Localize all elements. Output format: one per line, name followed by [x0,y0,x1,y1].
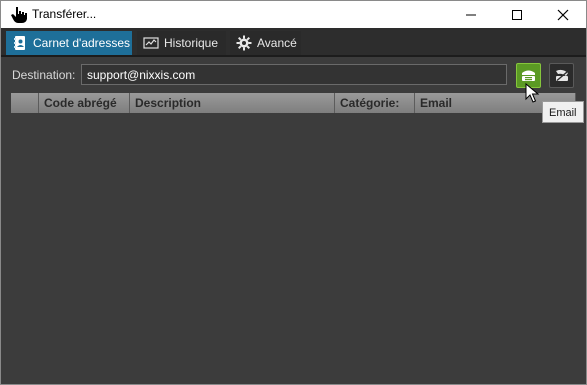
tab-bar: Carnet d'adresses Historique Avancé [1,28,586,57]
email-icon [522,70,535,81]
address-book-icon [12,35,28,51]
maximize-button[interactable] [494,1,540,28]
address-grid: Code abrégé Description Catégorie: Email [11,93,576,113]
tab-advanced[interactable]: Avancé [230,31,301,55]
email-tooltip: Email [542,101,584,123]
history-chart-icon [143,35,159,51]
column-header-short-code[interactable]: Code abrégé [39,93,130,113]
window-title: Transférer... [32,7,97,21]
destination-label: Destination: [12,68,76,82]
phone-button[interactable] [549,63,574,88]
maximize-icon [512,9,522,20]
minimize-icon [466,14,476,15]
phone-icon [556,69,568,82]
hand-pointer-icon [9,5,29,25]
tab-label: Avancé [257,36,297,50]
close-button[interactable] [540,1,586,28]
tab-address-book[interactable]: Carnet d'adresses [6,31,132,55]
gear-icon [236,35,252,51]
tab-label: Carnet d'adresses [33,36,131,50]
column-header-select[interactable] [11,93,39,113]
tab-label: Historique [164,36,219,50]
tab-history[interactable]: Historique [137,31,226,55]
mouse-cursor-icon [525,83,539,103]
close-icon [557,9,569,20]
column-header-category[interactable]: Catégorie: [335,93,415,113]
minimize-button[interactable] [448,1,494,28]
destination-input[interactable] [81,64,507,85]
title-bar[interactable]: Transférer... [1,1,586,28]
column-header-description[interactable]: Description [130,93,335,113]
transfer-window: Transférer... Carnet d'adresses Historiq… [0,0,587,385]
